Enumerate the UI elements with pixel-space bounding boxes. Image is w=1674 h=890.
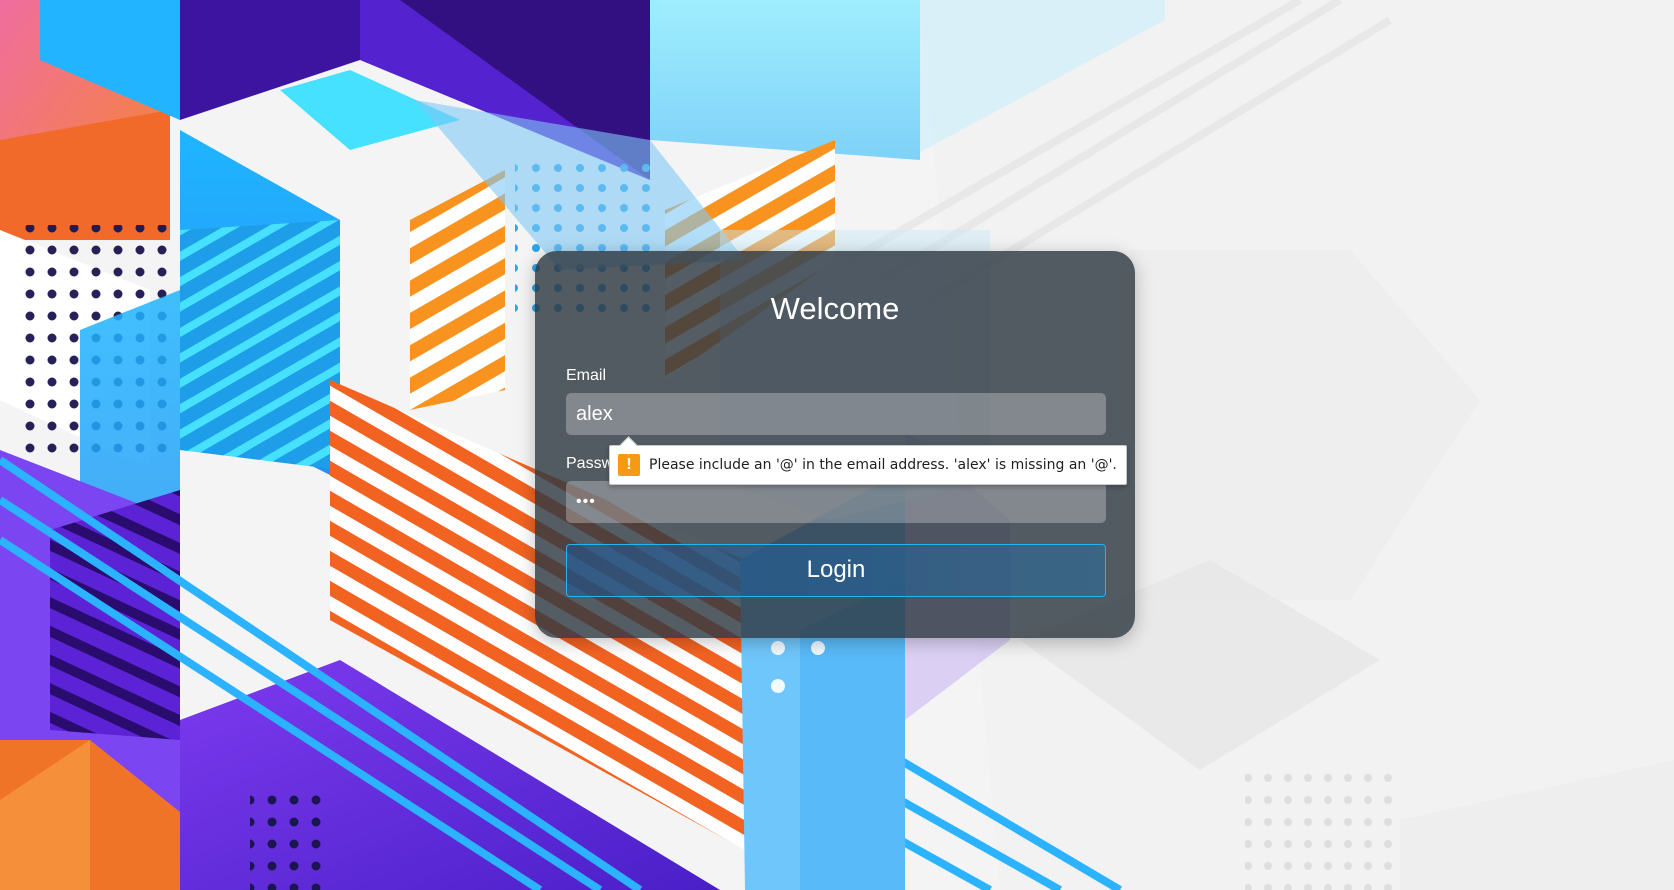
login-page: Welcome Email alex Password ••• Login ! … <box>0 0 1674 890</box>
password-field[interactable]: ••• <box>566 481 1106 523</box>
validation-message: Please include an '@' in the email addre… <box>649 457 1117 473</box>
email-validation-tooltip: ! Please include an '@' in the email add… <box>609 436 1127 485</box>
email-field[interactable]: alex <box>566 393 1106 435</box>
login-button[interactable]: Login <box>566 544 1106 597</box>
welcome-heading: Welcome <box>770 291 900 326</box>
warning-icon: ! <box>618 454 640 476</box>
email-label: Email <box>566 367 607 384</box>
